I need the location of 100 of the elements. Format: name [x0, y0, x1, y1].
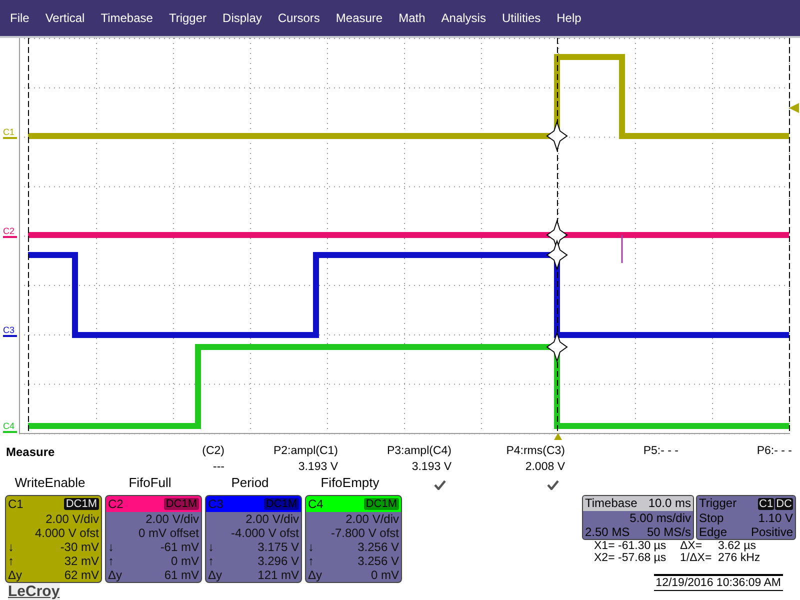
- timebase-title: Timebase: [585, 496, 638, 511]
- time-per-div: 5.00 ms/div: [630, 511, 691, 525]
- delta-label: 1/ΔX=: [680, 552, 713, 564]
- reading-label: ↑: [208, 554, 214, 568]
- menu-item[interactable]: Math: [390, 11, 434, 25]
- parameter-name[interactable]: P5:- - -: [569, 445, 682, 461]
- reading-value: 3.296 V: [258, 554, 299, 568]
- delta-label: ΔX=: [680, 540, 704, 552]
- channel-label: WriteEnable: [14, 475, 86, 490]
- parameter-name[interactable]: P4:rms(C3): [456, 445, 569, 461]
- volts-per-div: 2.00 V/div: [246, 512, 299, 526]
- coupling-badge: DC1M: [364, 498, 399, 510]
- channel-label: Period: [230, 475, 270, 490]
- parameter-name[interactable]: P2:ampl(C1): [228, 445, 342, 461]
- trigger-level: 1.10 V: [758, 511, 793, 525]
- parameter-value: ---: [212, 461, 226, 475]
- checkmark-icon: [434, 480, 446, 490]
- menu-item[interactable]: Display: [214, 11, 270, 25]
- reading-label: ↓: [108, 540, 114, 554]
- measure-title: Measure: [5, 445, 56, 461]
- reading-value: -30 mV: [60, 540, 99, 554]
- channel-card[interactable]: C2 DC1M 2.00 V/div 0 mV offset ↓ -61 mV ↑ 0 mV Δy 61 mV: [105, 495, 202, 583]
- trigger-panel[interactable]: Trigger C1 DC Stop 1.10 V Edge Positive: [696, 495, 796, 540]
- channel-card[interactable]: C3 DC1M 2.00 V/div -4.000 V ofst ↓ 3.175 V ↑ 3.296 V Δy 121 mV: [205, 495, 302, 583]
- parameter-name[interactable]: (C2): [115, 445, 228, 461]
- trigger-type: Edge: [699, 525, 728, 539]
- offset-value: 0 mV offset: [138, 526, 199, 540]
- menu-item[interactable]: Help: [548, 11, 590, 25]
- parameter-value: 2.008 V: [524, 461, 566, 475]
- reading-label: ↑: [108, 554, 114, 568]
- reading-label: Δy: [308, 568, 322, 582]
- cursor-value: -57.68 µs: [618, 552, 668, 564]
- reading-value: 32 mV: [64, 554, 99, 568]
- cursor-value: -61.30 µs: [618, 540, 668, 552]
- offset-value: -4.000 V ofst: [230, 526, 299, 540]
- channel-name: C3: [208, 497, 224, 511]
- reading-value: 3.256 V: [358, 554, 399, 568]
- reading-label: Δy: [8, 568, 22, 582]
- coupling-badge: DC1M: [164, 498, 199, 510]
- cursor-line[interactable]: [28, 38, 29, 434]
- reading-value: 61 mV: [164, 568, 199, 582]
- checkmark-icon: [547, 480, 559, 490]
- cursor-label: X2=: [594, 552, 616, 564]
- channel-name: C4: [308, 497, 324, 511]
- sample-count: 2.50 MS: [585, 525, 630, 539]
- menu-item[interactable]: Cursors: [270, 11, 328, 25]
- coupling-badge: DC1M: [264, 498, 299, 510]
- volts-per-div: 2.00 V/div: [146, 512, 199, 526]
- trigger-source: C1: [758, 498, 774, 510]
- channel-card[interactable]: C1 DC1M 2.00 V/div 4.000 V ofst ↓ -30 mV ↑ 32 mV Δy 62 mV: [5, 495, 102, 583]
- offset-value: -7.800 V ofst: [330, 526, 399, 540]
- reading-label: ↑: [308, 554, 314, 568]
- menu-item[interactable]: Utilities: [494, 11, 549, 25]
- reading-value: -61 mV: [160, 540, 199, 554]
- volts-per-div: 2.00 V/div: [46, 512, 99, 526]
- channel-label: FifoEmpty: [320, 475, 380, 490]
- volts-per-div: 2.00 V/div: [346, 512, 399, 526]
- reading-value: 121 mV: [258, 568, 299, 582]
- coupling-badge: DC1M: [64, 498, 99, 510]
- menu-item[interactable]: Timebase: [92, 11, 161, 25]
- menu-item[interactable]: Vertical: [37, 11, 93, 25]
- trigger-title: Trigger: [699, 496, 737, 511]
- parameter-value: 3.193 V: [410, 461, 452, 475]
- menu-item[interactable]: Trigger: [160, 11, 215, 25]
- channel-card[interactable]: C4 DC1M 2.00 V/div -7.800 V ofst ↓ 3.256 V ↑ 3.256 V Δy 0 mV: [305, 495, 402, 583]
- reading-label: ↓: [208, 540, 214, 554]
- parameter-value: 3.193 V: [297, 461, 339, 475]
- reading-label: ↑: [8, 554, 14, 568]
- trigger-mode: Stop: [699, 511, 724, 525]
- cursor-line[interactable]: [789, 38, 790, 434]
- menu-item[interactable]: File: [2, 11, 38, 25]
- channel-name: C2: [108, 497, 124, 511]
- reading-label: ↓: [308, 540, 314, 554]
- channel-label: FifoFull: [128, 475, 172, 490]
- delta-value: 276 kHz: [718, 552, 762, 564]
- reading-value: 0 mV: [370, 568, 399, 582]
- trigger-slope: Positive: [750, 525, 793, 539]
- logo: LeCroy: [8, 583, 60, 600]
- trigger-coupling: DC: [775, 498, 793, 510]
- trigger-level-icon: [789, 103, 799, 113]
- sample-rate: 50 MS/s: [646, 525, 691, 539]
- reading-label: Δy: [208, 568, 222, 582]
- menu-item[interactable]: Measure: [328, 11, 391, 25]
- parameter-name[interactable]: P3:ampl(C4): [342, 445, 456, 461]
- delta-value: 3.62 µs: [718, 540, 757, 552]
- reading-label: ↓: [8, 540, 14, 554]
- reading-value: 3.256 V: [358, 540, 399, 554]
- cursor-label: X1=: [594, 540, 616, 552]
- reading-label: Δy: [108, 568, 122, 582]
- timestamp: 12/19/2016 10:36:09 AM: [654, 574, 783, 591]
- reading-value: 62 mV: [64, 568, 99, 582]
- offset-value: 4.000 V ofst: [34, 526, 99, 540]
- timebase-panel[interactable]: Timebase 10.0 ms 5.00 ms/div 2.50 MS 50 MS/s: [582, 495, 694, 540]
- parameter-name[interactable]: P6:- - -: [682, 445, 796, 461]
- reading-value: 0 mV: [170, 554, 199, 568]
- reading-value: 3.175 V: [258, 540, 299, 554]
- menu-item[interactable]: Analysis: [433, 11, 494, 25]
- channel-name: C1: [8, 497, 24, 511]
- timebase-total: 10.0 ms: [648, 496, 691, 511]
- trigger-position-icon: [554, 433, 562, 440]
